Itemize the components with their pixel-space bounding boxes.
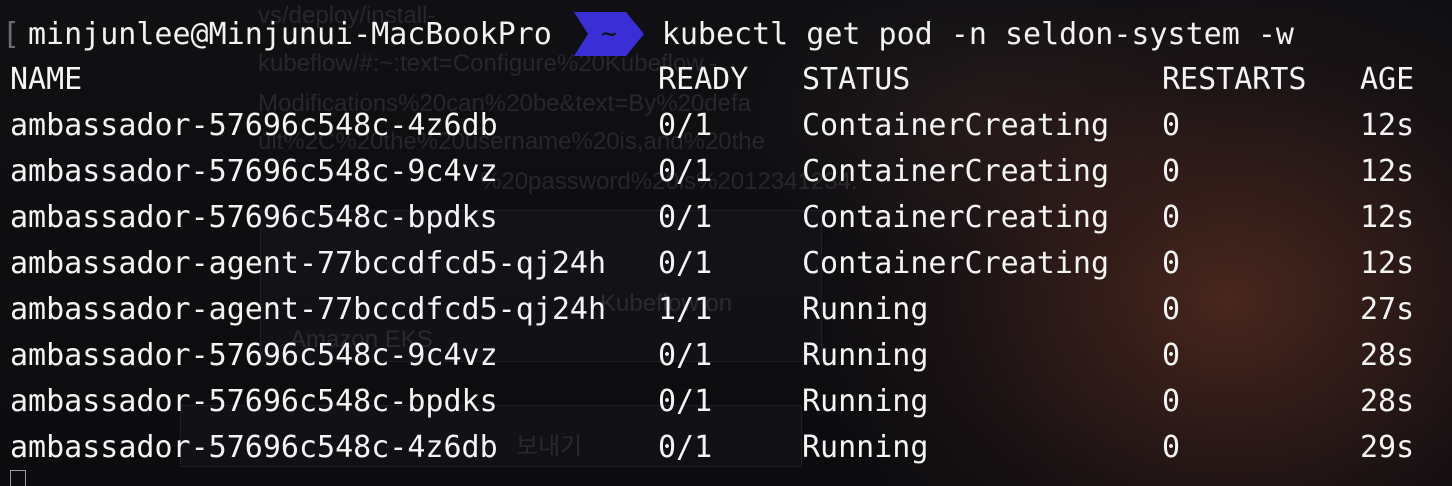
pod-age: 12s xyxy=(1360,246,1415,281)
pod-age: 27s xyxy=(1360,292,1415,327)
pod-status: Running xyxy=(802,338,929,373)
terminal-window[interactable]: vs/deploy/install- kubeflow/#:~:text=Con… xyxy=(0,0,1452,486)
pod-name: ambassador-57696c548c-bpdks xyxy=(10,200,498,235)
pod-name: ambassador-57696c548c-9c4vz xyxy=(10,338,498,373)
pod-restarts: 0 xyxy=(1162,338,1181,373)
pod-restarts: 0 xyxy=(1162,292,1181,327)
prompt-path: ~ xyxy=(600,19,617,49)
pod-age: 28s xyxy=(1360,384,1415,419)
header-age: AGE xyxy=(1360,62,1415,97)
pod-status: Running xyxy=(802,430,929,465)
pod-ready: 0/1 xyxy=(658,154,713,189)
header-ready: READY xyxy=(658,62,749,97)
header-status: STATUS xyxy=(802,62,911,97)
terminal-cursor[interactable] xyxy=(10,470,26,486)
pod-age: 28s xyxy=(1360,338,1415,373)
prompt-path-segment: ~ xyxy=(573,12,644,56)
pod-restarts: 0 xyxy=(1162,430,1181,465)
header-restarts: RESTARTS xyxy=(1162,62,1307,97)
pod-restarts: 0 xyxy=(1162,108,1181,143)
pod-restarts: 0 xyxy=(1162,246,1181,281)
pod-ready: 0/1 xyxy=(658,246,713,281)
pod-ready: 0/1 xyxy=(658,384,713,419)
pod-name: ambassador-57696c548c-4z6db xyxy=(10,108,498,143)
pod-status: Running xyxy=(802,384,929,419)
pod-name: ambassador-agent-77bccdfcd5-qj24h xyxy=(10,246,607,281)
prompt-line: [ minjunlee@Minjunui-MacBookPro ~ kubect… xyxy=(0,12,1294,56)
pod-ready: 0/1 xyxy=(658,430,713,465)
pod-restarts: 0 xyxy=(1162,384,1181,419)
pod-age: 12s xyxy=(1360,154,1415,189)
pod-ready: 0/1 xyxy=(658,108,713,143)
pod-status: ContainerCreating xyxy=(802,246,1110,281)
pod-name: ambassador-57696c548c-bpdks xyxy=(10,384,498,419)
pod-age: 29s xyxy=(1360,430,1415,465)
pod-restarts: 0 xyxy=(1162,154,1181,189)
pod-ready: 1/1 xyxy=(658,292,713,327)
pod-age: 12s xyxy=(1360,108,1415,143)
pod-status: ContainerCreating xyxy=(802,108,1110,143)
pod-age: 12s xyxy=(1360,200,1415,235)
pod-status: ContainerCreating xyxy=(802,154,1110,189)
pod-restarts: 0 xyxy=(1162,200,1181,235)
pod-name: ambassador-57696c548c-9c4vz xyxy=(10,154,498,189)
prompt-command: kubectl get pod -n seldon-system -w xyxy=(661,16,1294,52)
pod-name: ambassador-agent-77bccdfcd5-qj24h xyxy=(10,292,607,327)
pod-status: ContainerCreating xyxy=(802,200,1110,235)
pod-ready: 0/1 xyxy=(658,338,713,373)
prompt-bracket: [ xyxy=(1,16,21,52)
pod-name: ambassador-57696c548c-4z6db xyxy=(10,430,498,465)
pod-status: Running xyxy=(802,292,929,327)
header-name: NAME xyxy=(10,62,83,97)
pod-ready: 0/1 xyxy=(658,200,713,235)
ghost-text-line: 보내기 xyxy=(516,433,583,460)
prompt-user-host: minjunlee@Minjunui-MacBookPro xyxy=(28,16,552,52)
